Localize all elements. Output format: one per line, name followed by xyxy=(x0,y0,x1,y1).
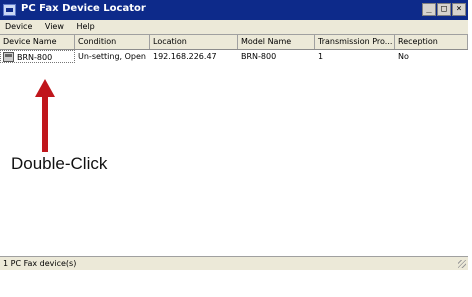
arrow-shaft xyxy=(42,96,48,152)
status-bar: 1 PC Fax device(s) xyxy=(0,256,468,270)
model-name-cell: BRN-800 xyxy=(241,52,277,61)
close-button[interactable]: × xyxy=(452,3,466,16)
transmission-cell: 1 xyxy=(318,52,324,61)
menu-bar: Device View Help xyxy=(0,20,468,34)
window-title: PC Fax Device Locator xyxy=(21,3,146,14)
reception-cell: No xyxy=(398,52,409,61)
location-cell: 192.168.226.47 xyxy=(153,52,217,61)
app-icon xyxy=(3,4,16,16)
fax-locator-window: PC Fax Device Locator _ □ × Device View … xyxy=(0,0,468,297)
table-row[interactable]: BRN-800 Un-setting, Open 192.168.226.47 … xyxy=(0,50,468,63)
device-name-cell[interactable]: BRN-800 xyxy=(0,50,75,63)
double-click-annotation: Double-Click xyxy=(11,154,108,173)
column-header-condition[interactable]: Condition xyxy=(75,35,150,49)
menu-device[interactable]: Device xyxy=(0,20,37,34)
arrow-head-icon xyxy=(35,79,55,97)
column-header-model-name[interactable]: Model Name xyxy=(238,35,315,49)
menu-help[interactable]: Help xyxy=(71,20,99,34)
resize-grip[interactable] xyxy=(458,260,466,268)
table-header: Device Name Condition Location Model Nam… xyxy=(0,35,468,50)
column-header-transmission[interactable]: Transmission Pro... xyxy=(315,35,395,49)
menu-view[interactable]: View xyxy=(40,20,69,34)
window-controls: _ □ × xyxy=(422,3,466,16)
column-header-reception[interactable]: Reception xyxy=(395,35,468,49)
status-text: 1 PC Fax device(s) xyxy=(3,259,77,268)
maximize-button[interactable]: □ xyxy=(437,3,451,16)
minimize-button[interactable]: _ xyxy=(422,3,436,16)
device-name-text: BRN-800 xyxy=(17,53,53,62)
device-list: Device Name Condition Location Model Nam… xyxy=(0,34,468,257)
column-header-location[interactable]: Location xyxy=(150,35,238,49)
condition-cell: Un-setting, Open xyxy=(78,52,146,61)
fax-device-icon xyxy=(3,52,14,62)
column-header-device-name[interactable]: Device Name xyxy=(0,35,75,49)
title-bar: PC Fax Device Locator _ □ × xyxy=(0,0,468,20)
